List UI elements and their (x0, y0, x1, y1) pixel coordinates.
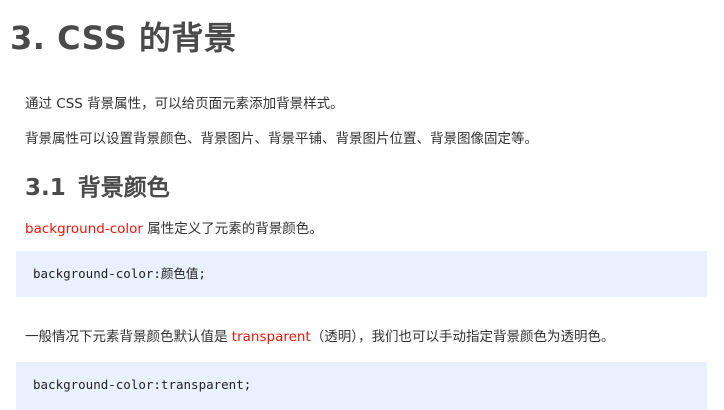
section-number: 3.1 (25, 175, 66, 201)
note-paragraph: 一般情况下元素背景颜色默认值是 transparent（透明），我们也可以手动指… (25, 327, 615, 347)
page-title: 3. CSS 的背景 (10, 19, 237, 57)
code-block-transparent: background-color:transparent; (16, 362, 707, 410)
transparent-keyword: transparent (231, 329, 311, 345)
property-keyword: background-color (25, 221, 143, 237)
code-line: background-color:颜色值; (33, 266, 206, 281)
code-block-syntax: background-color:颜色值; (16, 251, 707, 297)
code-line: background-color:transparent; (33, 377, 252, 392)
description-paragraph: background-color 属性定义了元素的背景颜色。 (25, 219, 323, 239)
intro-paragraph-2: 背景属性可以设置背景颜色、背景图片、背景平铺、背景图片位置、背景图像固定等。 (25, 131, 538, 147)
description-text: 属性定义了元素的背景颜色。 (142, 221, 323, 237)
note-text-after: （透明），我们也可以手动指定背景颜色为透明色。 (310, 329, 615, 345)
note-text-before: 一般情况下元素背景颜色默认值是 (25, 329, 232, 345)
section-title: 背景颜色 (77, 175, 170, 201)
intro-paragraph-1: 通过 CSS 背景属性，可以给页面元素添加背景样式。 (25, 96, 344, 112)
section-heading: 3.1 背景颜色 (25, 170, 170, 206)
